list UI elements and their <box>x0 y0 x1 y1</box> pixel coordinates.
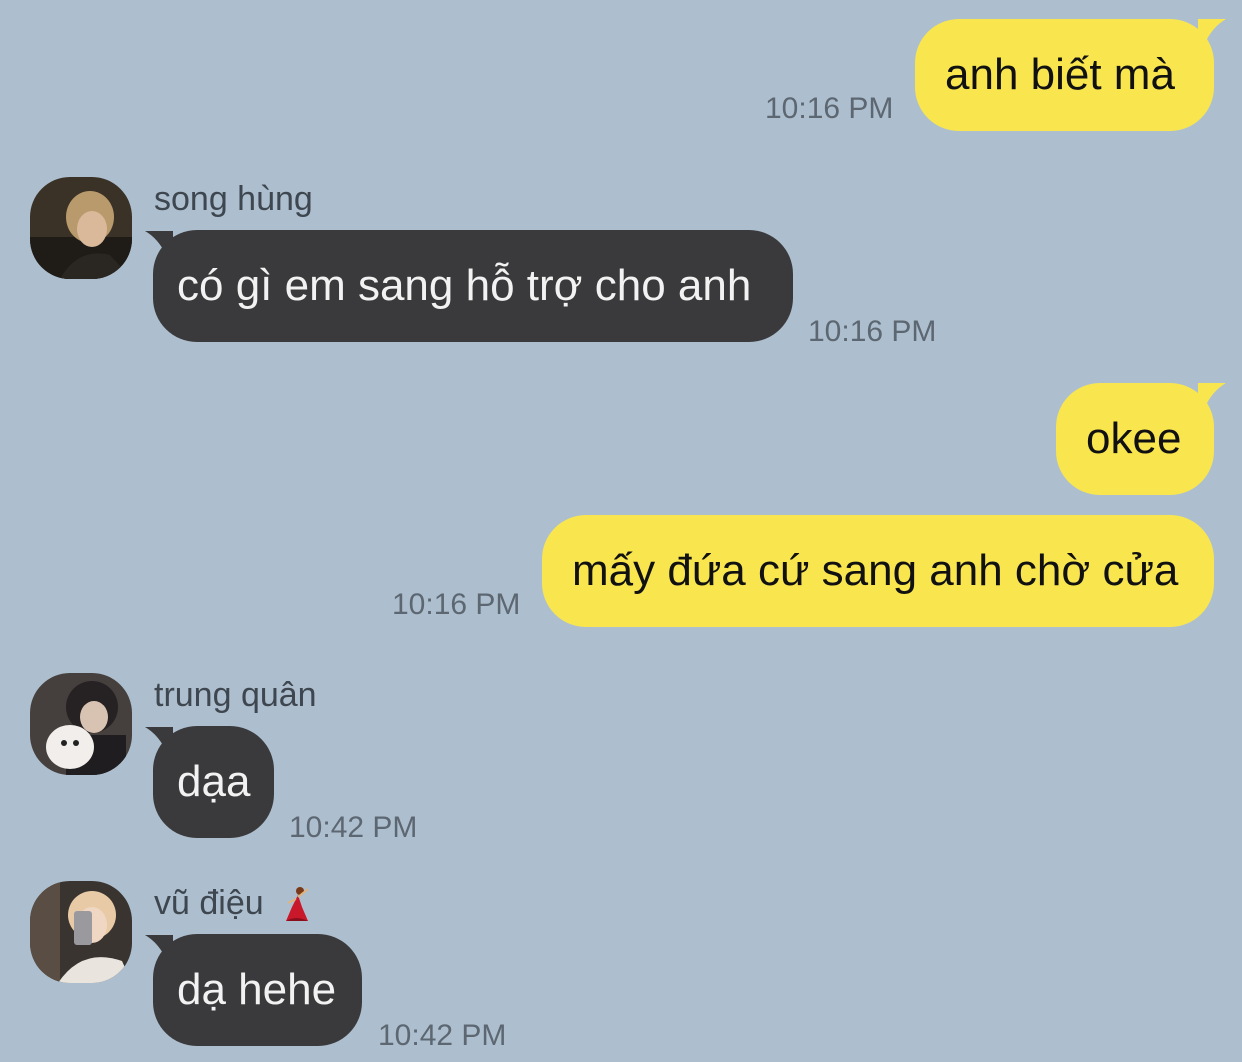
message-text: okee <box>1086 414 1182 463</box>
outgoing-message-bubble[interactable]: anh biết mà <box>915 19 1214 131</box>
message-text: anh biết mà <box>945 50 1175 99</box>
avatar[interactable] <box>30 673 132 775</box>
sender-name: song hùng <box>154 180 313 218</box>
incoming-message-bubble[interactable]: dạa <box>153 726 274 838</box>
message-timestamp: 10:42 PM <box>378 1019 507 1052</box>
sender-name: trung quân <box>154 676 317 714</box>
message-timestamp: 10:16 PM <box>392 588 521 621</box>
incoming-message-bubble[interactable]: có gì em sang hỗ trợ cho anh <box>153 230 793 342</box>
outgoing-message-bubble[interactable]: okee <box>1056 383 1214 495</box>
message-text: dạ hehe <box>177 965 337 1014</box>
sender-name-text: vũ điệu <box>154 884 264 922</box>
avatar[interactable] <box>30 881 132 983</box>
message-text: dạa <box>177 757 251 806</box>
avatar[interactable] <box>30 177 132 279</box>
message-timestamp: 10:16 PM <box>808 315 937 348</box>
message-timestamp: 10:16 PM <box>765 92 894 125</box>
sender-name: vũ điệu <box>154 884 318 925</box>
bubble-tail <box>1198 19 1226 45</box>
message-timestamp: 10:42 PM <box>289 811 418 844</box>
outgoing-message-bubble[interactable]: mấy đứa cứ sang anh chờ cửa <box>542 515 1214 627</box>
incoming-message-bubble[interactable]: dạ hehe <box>153 934 362 1046</box>
dancer-emoji-icon <box>278 885 318 925</box>
message-text: mấy đứa cứ sang anh chờ cửa <box>572 546 1179 595</box>
bubble-tail <box>1198 383 1226 409</box>
message-text: có gì em sang hỗ trợ cho anh <box>177 261 752 310</box>
